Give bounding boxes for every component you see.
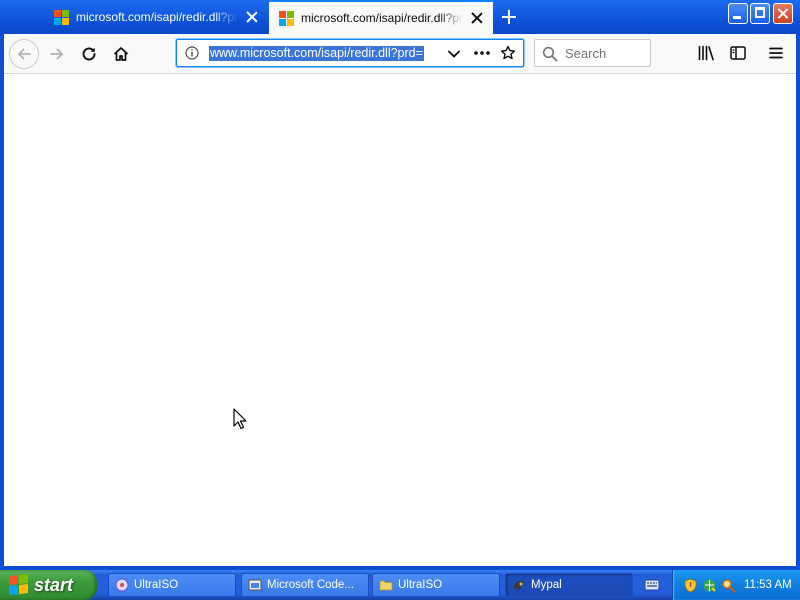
start-button[interactable]: start	[0, 570, 97, 600]
search-tray-icon[interactable]	[721, 578, 736, 593]
taskbar-item-microsoft-code[interactable]: Microsoft Code...	[241, 573, 369, 597]
forward-arrow-icon	[50, 48, 63, 60]
tab-strip: microsoft.com/isapi/redir.dll?prd= micro…	[0, 0, 800, 34]
minimize-button[interactable]	[728, 3, 748, 24]
system-tray: 11:53 AM	[672, 570, 800, 600]
close-tab-icon[interactable]	[469, 10, 485, 26]
search-input[interactable]	[565, 45, 645, 61]
home-button[interactable]	[106, 39, 136, 69]
taskbar-item-ultraiso-folder[interactable]: UltraISO	[372, 573, 500, 597]
more-dots-icon[interactable]	[473, 46, 491, 60]
close-tab-icon[interactable]	[244, 9, 260, 25]
hamburger-menu-icon[interactable]	[767, 44, 785, 62]
installer-icon	[248, 579, 262, 591]
home-icon	[113, 47, 129, 61]
folder-icon	[379, 580, 393, 591]
forward-button[interactable]	[42, 39, 72, 69]
ultraiso-disc-icon	[115, 578, 129, 592]
mouse-cursor-icon	[233, 408, 247, 430]
start-label: start	[34, 574, 74, 595]
mypal-browser-icon	[513, 580, 525, 590]
library-icon[interactable]	[697, 44, 715, 62]
tab-title: microsoft.com/isapi/redir.dll?prd=	[301, 11, 463, 25]
close-window-button[interactable]	[773, 3, 793, 24]
taskbar-item-label: Mypal	[531, 579, 562, 591]
page-content[interactable]	[4, 74, 796, 566]
taskbar-item-mypal[interactable]: Mypal	[505, 573, 633, 597]
info-icon[interactable]	[185, 46, 199, 60]
network-icon[interactable]	[702, 578, 717, 593]
url-text[interactable]: www.microsoft.com/isapi/redir.dll?prd=	[209, 46, 424, 61]
maximize-button[interactable]	[750, 3, 770, 24]
reload-button[interactable]	[74, 39, 104, 69]
taskbar: start UltraISO Microsoft Code... UltraIS…	[0, 570, 800, 600]
microsoft-logo-icon	[279, 10, 294, 26]
security-shield-icon[interactable]	[683, 578, 698, 593]
tab-title: microsoft.com/isapi/redir.dll?prd=	[76, 10, 238, 24]
keyboard-language-icon[interactable]	[644, 578, 660, 592]
windows-flag-icon	[9, 574, 29, 596]
taskbar-item-ultraiso[interactable]: UltraISO	[108, 573, 236, 597]
browser-window: microsoft.com/isapi/redir.dll?prd= micro…	[0, 0, 800, 570]
taskbar-item-label: UltraISO	[398, 579, 443, 591]
tab-active[interactable]: microsoft.com/isapi/redir.dll?prd=	[269, 0, 493, 34]
taskbar-item-label: Microsoft Code...	[267, 579, 354, 591]
bookmark-star-icon[interactable]	[500, 45, 516, 61]
new-tab-icon[interactable]	[498, 6, 520, 28]
taskbar-item-label: UltraISO	[134, 579, 179, 591]
reload-icon	[82, 47, 96, 61]
search-icon	[542, 46, 558, 62]
chevron-down-icon[interactable]	[447, 47, 461, 61]
back-button[interactable]	[9, 39, 39, 69]
sidebar-icon[interactable]	[729, 44, 747, 62]
back-arrow-icon	[18, 48, 31, 60]
tab-inactive[interactable]: microsoft.com/isapi/redir.dll?prd=	[44, 2, 268, 32]
search-box[interactable]	[534, 39, 651, 67]
clock[interactable]: 11:53 AM	[744, 579, 792, 591]
address-bar[interactable]: www.microsoft.com/isapi/redir.dll?prd=	[176, 39, 524, 67]
navigation-toolbar: www.microsoft.com/isapi/redir.dll?prd=	[4, 34, 796, 74]
microsoft-logo-icon	[54, 9, 69, 25]
